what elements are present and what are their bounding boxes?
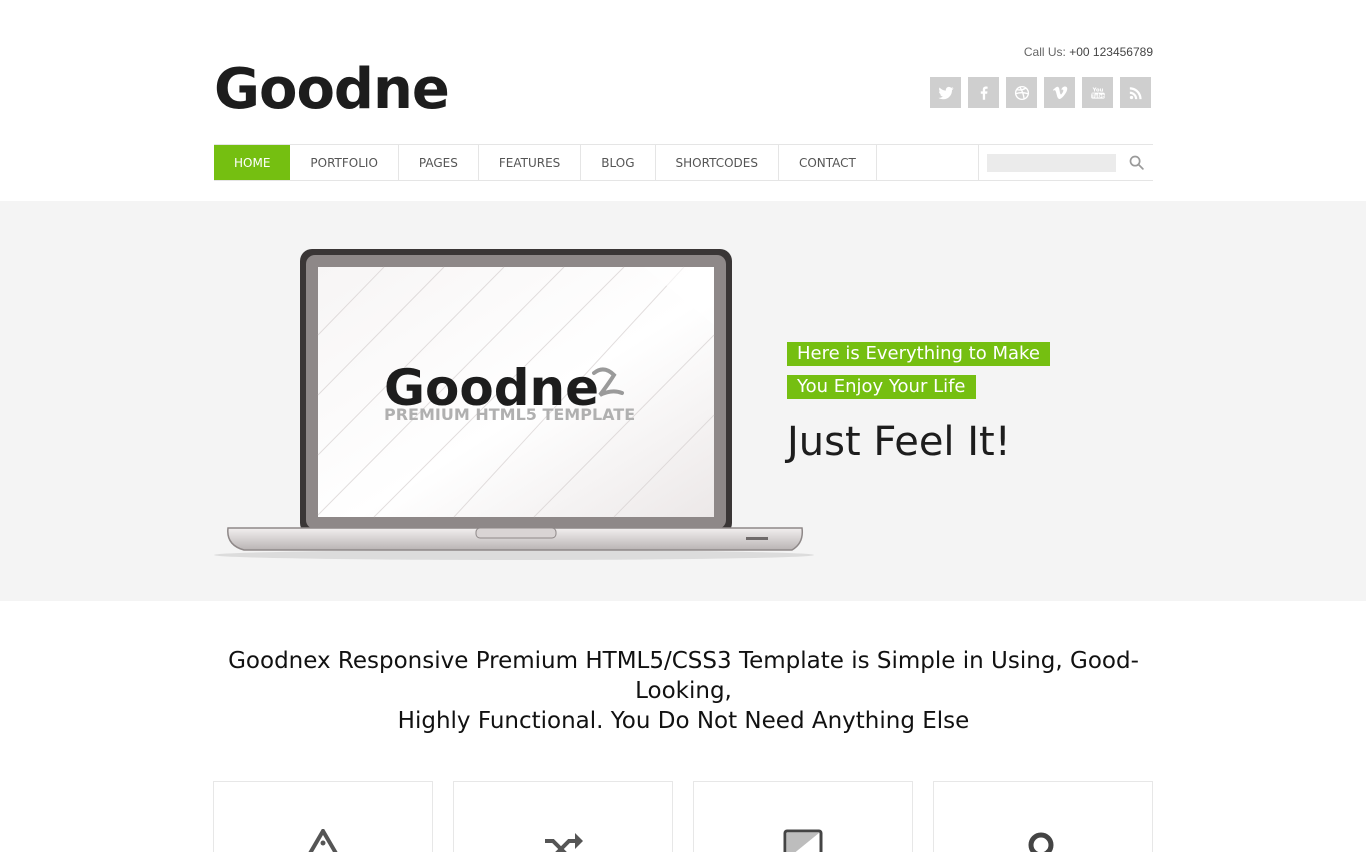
- feature-box-3[interactable]: [693, 781, 913, 852]
- shuffle-icon: [539, 829, 587, 852]
- nav-item-blog[interactable]: BLOG: [581, 145, 656, 180]
- social-links: You Tube: [930, 77, 1151, 108]
- svg-text:You: You: [1091, 87, 1103, 93]
- nav-item-portfolio[interactable]: PORTFOLIO: [290, 145, 399, 180]
- call-number[interactable]: +00 123456789: [1069, 45, 1153, 59]
- laptop-screen-subtitle: PREMIUM HTML5 TEMPLATE: [384, 405, 635, 424]
- youtube-icon[interactable]: You Tube: [1082, 77, 1113, 108]
- twitter-icon[interactable]: [930, 77, 961, 108]
- vimeo-icon[interactable]: [1044, 77, 1075, 108]
- search-icon: [1019, 829, 1067, 852]
- search-input[interactable]: [987, 153, 1116, 172]
- hero-title: Just Feel It!: [787, 419, 1011, 465]
- app-store-icon: [299, 829, 347, 852]
- nav-item-features[interactable]: FEATURES: [479, 145, 582, 180]
- call-label: Call Us:: [1023, 45, 1066, 59]
- intro-text: Goodnex Responsive Premium HTML5/CSS3 Te…: [214, 646, 1153, 736]
- intro-line-1: Goodnex Responsive Premium HTML5/CSS3 Te…: [228, 648, 1139, 704]
- nav-item-pages[interactable]: PAGES: [399, 145, 479, 180]
- search-box: [978, 145, 1153, 180]
- main-navigation: HOME PORTFOLIO PAGES FEATURES BLOG SHORT…: [214, 144, 1153, 181]
- feature-boxes: [213, 781, 1154, 852]
- search-icon[interactable]: [1124, 151, 1148, 175]
- hero-tagline-1: Here is Everything to Make: [787, 342, 1050, 366]
- intro-line-2: Highly Functional. You Do Not Need Anyth…: [397, 708, 970, 734]
- nav-item-home[interactable]: HOME: [214, 145, 291, 180]
- call-us: Call Us: +00 123456789: [1024, 45, 1153, 59]
- nav-item-contact[interactable]: CONTACT: [779, 145, 877, 180]
- facebook-icon[interactable]: [968, 77, 999, 108]
- hero-tagline-2: You Enjoy Your Life: [787, 375, 976, 399]
- laptop-illustration: Goodne PREMIUM HTML5 TEMPLATE: [214, 249, 814, 560]
- feature-box-4[interactable]: [933, 781, 1153, 852]
- tablet-icon: [779, 829, 827, 852]
- site-logo[interactable]: Goodne: [214, 62, 450, 118]
- nav-item-shortcodes[interactable]: SHORTCODES: [656, 145, 779, 180]
- svg-text:Tube: Tube: [1091, 93, 1105, 99]
- rss-icon[interactable]: [1120, 77, 1151, 108]
- dribbble-icon[interactable]: [1006, 77, 1037, 108]
- site-header: Call Us: +00 123456789 Goodne You Tube HO…: [214, 0, 1153, 200]
- feature-box-1[interactable]: [213, 781, 433, 852]
- feature-box-2[interactable]: [453, 781, 673, 852]
